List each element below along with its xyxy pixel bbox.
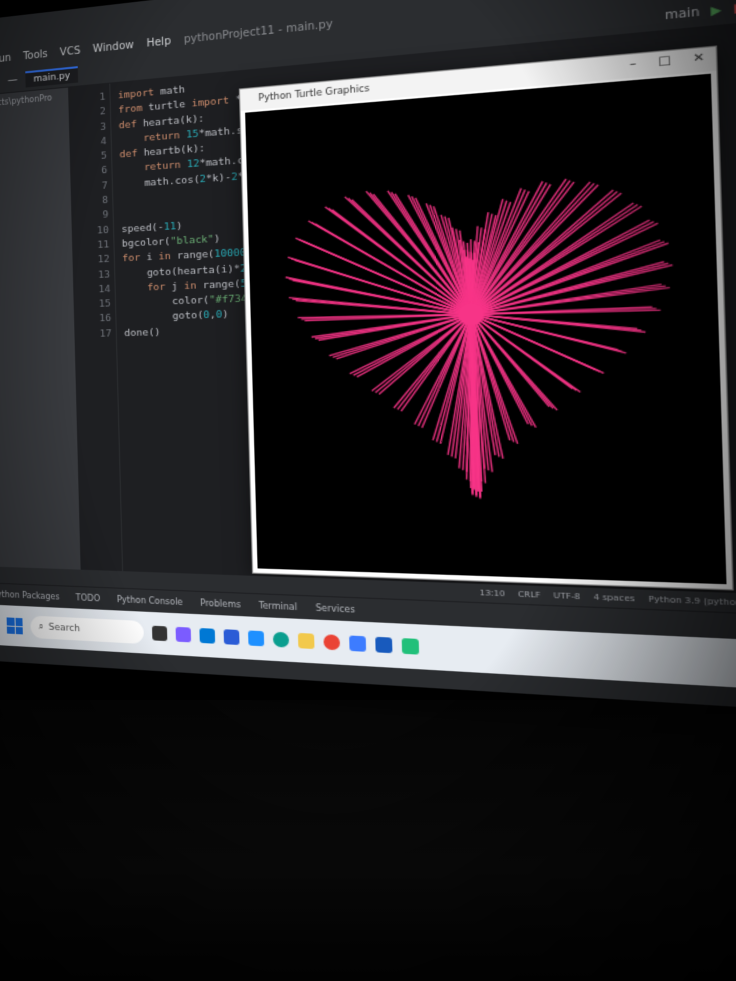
turtle-canvas xyxy=(245,73,727,585)
line-number: 16 xyxy=(99,313,112,325)
tool-services[interactable]: Services xyxy=(316,603,356,615)
line-number: 17 xyxy=(99,327,112,340)
line-text: speed(-11) xyxy=(121,220,183,235)
chrome-icon[interactable] xyxy=(323,634,341,651)
tool-python-packages[interactable]: Python Packages xyxy=(0,590,60,602)
chat-icon[interactable] xyxy=(175,626,192,643)
turtle-window[interactable]: Python Turtle Graphics – □ ✕ xyxy=(238,45,734,591)
status-position[interactable]: 13:10 xyxy=(479,588,505,598)
collapse-icon[interactable]: — xyxy=(7,74,17,86)
close-icon[interactable]: ✕ xyxy=(693,51,705,65)
app-icon[interactable] xyxy=(349,635,367,652)
run-config-select[interactable]: main xyxy=(665,6,700,22)
desk-surface xyxy=(0,700,736,981)
line-number: 12 xyxy=(97,253,110,266)
run-icon[interactable]: ▶ xyxy=(711,4,722,18)
line-number: 8 xyxy=(102,194,109,207)
line-number: 11 xyxy=(97,239,110,252)
taskbar-search[interactable]: ⌕ Search xyxy=(30,615,144,645)
line-number: 10 xyxy=(96,224,110,237)
menu-tools[interactable]: Tools xyxy=(23,48,48,62)
tool-python-console[interactable]: Python Console xyxy=(117,595,183,607)
line-number: 9 xyxy=(102,209,109,222)
heart-drawing xyxy=(245,74,726,585)
line-number: 13 xyxy=(98,268,111,281)
tool-terminal[interactable]: Terminal xyxy=(259,601,298,612)
tool-todo[interactable]: TODO xyxy=(76,593,101,603)
stop-icon[interactable]: ■ xyxy=(733,2,736,17)
line-number: 14 xyxy=(98,283,111,296)
status-line-sep[interactable]: CRLF xyxy=(518,590,541,600)
line-text: goto(0,0) xyxy=(123,309,229,325)
tab-main-py[interactable]: main.py xyxy=(25,65,79,88)
task-view-icon[interactable] xyxy=(151,625,168,642)
status-encoding[interactable]: UTF-8 xyxy=(553,591,580,601)
mail-icon[interactable] xyxy=(199,628,216,644)
menu-help[interactable]: Help xyxy=(146,35,171,49)
turtle-title: Python Turtle Graphics xyxy=(258,83,370,105)
file-explorer-icon[interactable] xyxy=(297,632,315,650)
search-icon: ⌕ xyxy=(38,622,44,633)
project-pane: Projects\pythonPro xyxy=(0,87,81,570)
store-icon[interactable] xyxy=(223,629,240,646)
line-number: 15 xyxy=(98,298,111,311)
photo-scene: Run Tools VCS Window Help pythonProject1… xyxy=(0,0,736,981)
status-indent[interactable]: 4 spaces xyxy=(593,593,635,604)
menu-window[interactable]: Window xyxy=(93,39,134,55)
menu-vcs[interactable]: VCS xyxy=(60,45,81,58)
project-path[interactable]: Projects\pythonPro xyxy=(0,93,52,109)
minimize-icon[interactable]: – xyxy=(629,57,636,71)
todo-app-icon[interactable] xyxy=(248,630,265,647)
tool-problems[interactable]: Problems xyxy=(200,598,241,609)
windows-start-icon[interactable] xyxy=(6,617,23,635)
word-icon[interactable] xyxy=(375,636,393,654)
line-text: done() xyxy=(124,326,161,339)
menu-run[interactable]: Run xyxy=(0,52,11,65)
pycharm-icon[interactable] xyxy=(401,638,420,655)
status-interpreter[interactable]: Python 3.9 (pythonProject11) xyxy=(648,595,736,610)
edge-icon[interactable] xyxy=(272,631,290,648)
maximize-icon[interactable]: □ xyxy=(658,54,671,68)
monitor-screen: Run Tools VCS Window Help pythonProject1… xyxy=(0,0,736,712)
search-placeholder: Search xyxy=(48,622,81,635)
